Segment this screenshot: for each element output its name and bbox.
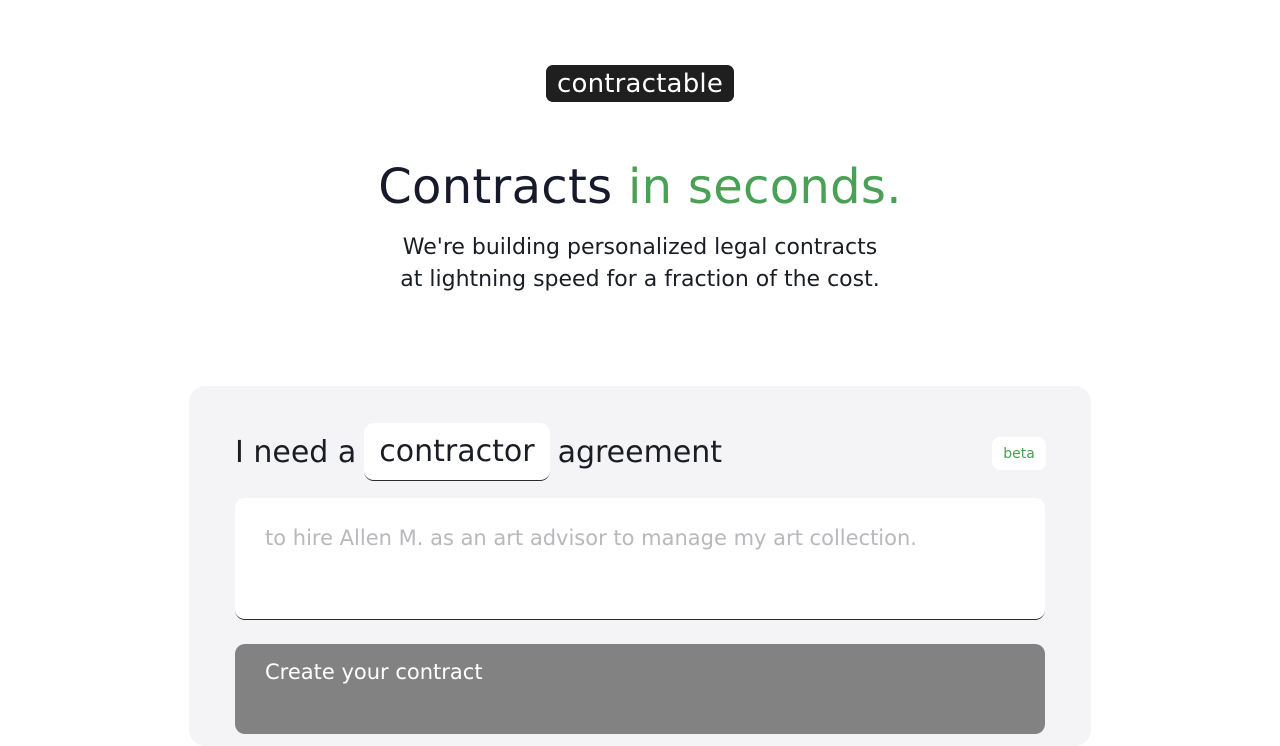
contract-type-value: contractor <box>379 434 535 469</box>
hero-title-main: Contracts <box>378 159 613 215</box>
logo-container: contractable <box>0 65 1280 102</box>
contract-type-sentence: I need a contractor agreement <box>235 422 722 482</box>
hero-subtitle-line-2: at lightning speed for a fraction of the… <box>400 267 880 292</box>
beta-badge: beta <box>992 437 1046 470</box>
hero-title: Contracts in seconds. <box>0 158 1280 216</box>
sentence-suffix: agreement <box>557 434 723 470</box>
create-contract-button-label: Create your contract <box>265 660 483 684</box>
contract-form-card: I need a contractor agreement beta Creat… <box>189 386 1091 746</box>
sentence-prefix: I need a <box>235 434 357 470</box>
contract-type-select[interactable]: contractor <box>364 423 550 481</box>
brand-logo[interactable]: contractable <box>545 65 735 102</box>
beta-badge-label: beta <box>1003 445 1035 462</box>
hero-subtitle-line-1: We're building personalized legal contra… <box>402 235 878 260</box>
hero-subtitle: We're building personalized legal contra… <box>0 232 1280 296</box>
hero-title-accent: in seconds. <box>627 159 902 215</box>
create-contract-button[interactable]: Create your contract <box>235 644 1045 734</box>
contract-description-input[interactable] <box>235 498 1045 620</box>
brand-logo-text: contractable <box>556 68 724 99</box>
